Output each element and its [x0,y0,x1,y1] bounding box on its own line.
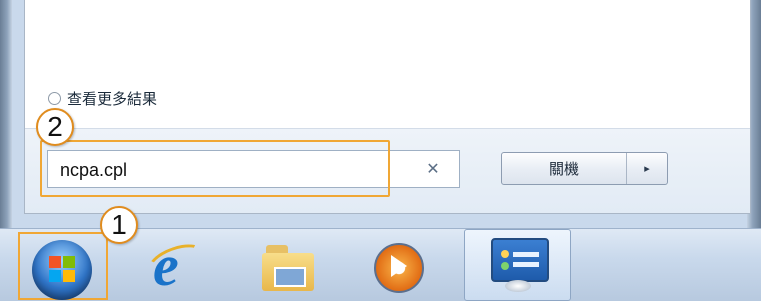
step-2-callout: 2 [36,108,74,146]
shutdown-button-group: 關機 ▸ [501,152,668,185]
media-player-icon[interactable] [370,239,424,293]
start-button-highlight [18,232,108,300]
shutdown-options-arrow-icon[interactable]: ▸ [627,153,667,184]
control-panel-taskbar-button[interactable] [464,229,571,301]
cropped-heading-fragment [85,0,147,2]
control-panel-icon [491,236,549,292]
see-more-results-link[interactable]: 查看更多結果 [48,88,157,109]
windows-flag-icon [49,256,75,282]
search-input[interactable] [58,157,382,183]
radio-icon [48,92,61,105]
shutdown-button[interactable]: 關機 [502,153,627,184]
start-search-box[interactable]: ✕ [47,150,460,188]
file-explorer-icon[interactable] [260,239,314,293]
start-menu-left-border [0,0,12,228]
windows-start-orb-icon[interactable] [32,240,92,300]
clear-icon[interactable]: ✕ [423,159,443,179]
step-1-callout: 1 [100,206,138,244]
internet-explorer-icon[interactable]: e [143,237,209,295]
see-more-results-label: 查看更多結果 [67,90,158,108]
